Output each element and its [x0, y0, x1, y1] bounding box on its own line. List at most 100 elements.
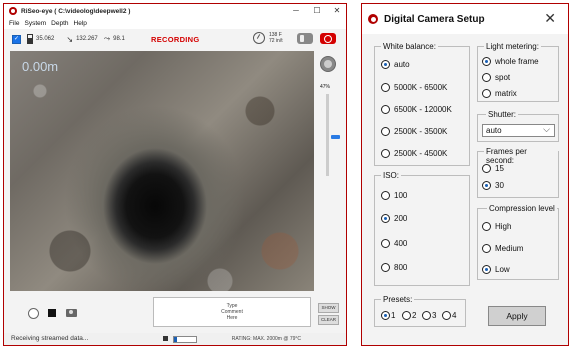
battery-value: 35.062: [36, 36, 55, 42]
radio-icon[interactable]: [381, 239, 390, 248]
status-bar: Receiving streamed data... RATING: MAX. …: [4, 333, 346, 345]
metering-option-whole-frame[interactable]: whole frame: [482, 57, 539, 66]
radio-icon[interactable]: [482, 181, 491, 190]
menu-depth[interactable]: Depth: [51, 20, 68, 27]
close-icon[interactable]: ✕: [544, 10, 556, 27]
compression-option-medium[interactable]: Medium: [482, 244, 523, 253]
wb-option-2500k-4500k[interactable]: 2500K - 4500K: [381, 149, 447, 158]
compression-label: Compression level: [487, 204, 557, 213]
wb-option-auto[interactable]: auto: [381, 60, 410, 69]
radio-icon[interactable]: [381, 105, 390, 114]
radio-icon[interactable]: [402, 311, 411, 320]
white-balance-label: White balance:: [381, 42, 438, 51]
radio-icon[interactable]: [482, 222, 491, 231]
apply-button[interactable]: Apply: [488, 306, 546, 326]
light-metering-label: Light metering:: [484, 42, 541, 51]
stop-button[interactable]: [48, 309, 56, 317]
radio-icon[interactable]: [482, 57, 491, 66]
record-button[interactable]: [320, 33, 336, 44]
menu-system[interactable]: System: [24, 20, 46, 27]
camera-setup-dialog: Digital Camera Setup ✕ White balance: au…: [361, 3, 569, 346]
metering-option-spot[interactable]: spot: [482, 73, 510, 82]
close-icon[interactable]: ✕: [326, 4, 348, 18]
fps-option-15[interactable]: 15: [482, 164, 504, 173]
main-window-title: RiSeo-eye ( C:\videolog\deepwell2 ): [21, 7, 131, 15]
shutter-select[interactable]: auto ⌵: [482, 124, 555, 137]
radio-icon[interactable]: [442, 311, 451, 320]
chevron-down-icon: ⌵: [543, 124, 550, 134]
minimize-icon[interactable]: ─: [285, 4, 307, 18]
radio-icon[interactable]: [381, 263, 390, 272]
radio-icon[interactable]: [381, 214, 390, 223]
clear-button[interactable]: CLEAR: [318, 315, 339, 325]
radio-icon[interactable]: [482, 265, 491, 274]
menu-help[interactable]: Help: [74, 20, 87, 27]
fps-value: 15: [495, 164, 504, 173]
camera-icon[interactable]: [66, 309, 77, 317]
iso-value: 800: [394, 263, 408, 272]
video-feed: 0.00m: [10, 51, 314, 291]
iso-group: ISO: 100 200 400 800: [374, 171, 470, 286]
radio-icon[interactable]: [482, 244, 491, 253]
preset-3[interactable]: 3: [422, 311, 436, 320]
compression-option-high[interactable]: High: [482, 222, 511, 231]
radio-icon[interactable]: [482, 89, 491, 98]
radio-icon[interactable]: [381, 311, 390, 320]
fps-value: 30: [495, 181, 504, 190]
radio-icon[interactable]: [381, 127, 390, 136]
preset-4[interactable]: 4: [442, 311, 456, 320]
iso-option-800[interactable]: 800: [381, 263, 407, 272]
status-toolbar: ✓ 35.062 ↘ 132.267 ⤳ 98.1 RECORDING 138 …: [4, 30, 346, 48]
show-button[interactable]: SHOW: [318, 303, 339, 313]
brightness-slider[interactable]: [326, 94, 340, 176]
white-balance-group: White balance: auto 5000K - 6500K 6500K …: [374, 42, 470, 166]
wb-option-6500k[interactable]: 6500K - 12000K: [381, 105, 452, 114]
shutter-group: Shutter: auto ⌵: [477, 110, 559, 142]
pause-toggle-button[interactable]: [297, 33, 313, 44]
iso-option-100[interactable]: 100: [381, 191, 407, 200]
radio-icon[interactable]: [482, 73, 491, 82]
compression-value: Medium: [495, 244, 524, 253]
signal-icon: ⤳: [103, 34, 111, 43]
metering-option-matrix[interactable]: matrix: [482, 89, 517, 98]
main-window: RiSeo-eye ( C:\videolog\deepwell2 ) ─ ☐ …: [3, 3, 347, 346]
radio-icon[interactable]: [381, 191, 390, 200]
preset-number: 1: [391, 311, 396, 320]
compression-option-low[interactable]: Low: [482, 265, 510, 274]
preset-1[interactable]: 1: [381, 311, 395, 320]
radio-icon[interactable]: [482, 164, 491, 173]
iso-label: ISO:: [381, 171, 402, 180]
iso-option-200[interactable]: 200: [381, 214, 407, 223]
wb-label: 6500K - 12000K: [394, 105, 452, 114]
maximize-icon[interactable]: ☐: [306, 4, 328, 18]
fps-option-30[interactable]: 30: [482, 181, 504, 190]
iso-option-400[interactable]: 400: [381, 239, 407, 248]
tilt-icon: ↘: [66, 34, 74, 44]
radio-icon[interactable]: [381, 83, 390, 92]
compression-value: High: [495, 222, 512, 231]
comment-line3: Here: [226, 315, 238, 321]
dialog-title: Digital Camera Setup: [384, 13, 485, 25]
preset-2[interactable]: 2: [402, 311, 416, 320]
temperature-line2: 72 in/t: [269, 38, 283, 44]
slider-thumb[interactable]: [331, 135, 340, 139]
wb-label: 2500K - 3500K: [394, 127, 448, 136]
progress-bar: [173, 336, 197, 343]
presets-group: Presets: 1 2 3 4: [374, 295, 466, 327]
radio-icon[interactable]: [381, 60, 390, 69]
circle-button[interactable]: [28, 308, 39, 319]
wb-option-2500k-3500k[interactable]: 2500K - 3500K: [381, 127, 447, 136]
shutter-label: Shutter:: [486, 110, 519, 119]
radio-icon[interactable]: [381, 149, 390, 158]
rating-text: RATING: MAX. 2000m @ 79°C: [231, 336, 301, 342]
enable-checkbox[interactable]: ✓: [12, 34, 21, 44]
depth-overlay: 0.00m: [22, 59, 59, 74]
lamp-button[interactable]: [320, 56, 336, 72]
preset-number: 2: [412, 311, 417, 320]
iso-value: 100: [394, 191, 408, 200]
menu-file[interactable]: File: [9, 20, 19, 27]
radio-icon[interactable]: [422, 311, 431, 320]
comment-box[interactable]: Type Comment Here: [153, 297, 311, 327]
wb-option-5000k[interactable]: 5000K - 6500K: [381, 83, 447, 92]
preset-number: 4: [452, 311, 457, 320]
